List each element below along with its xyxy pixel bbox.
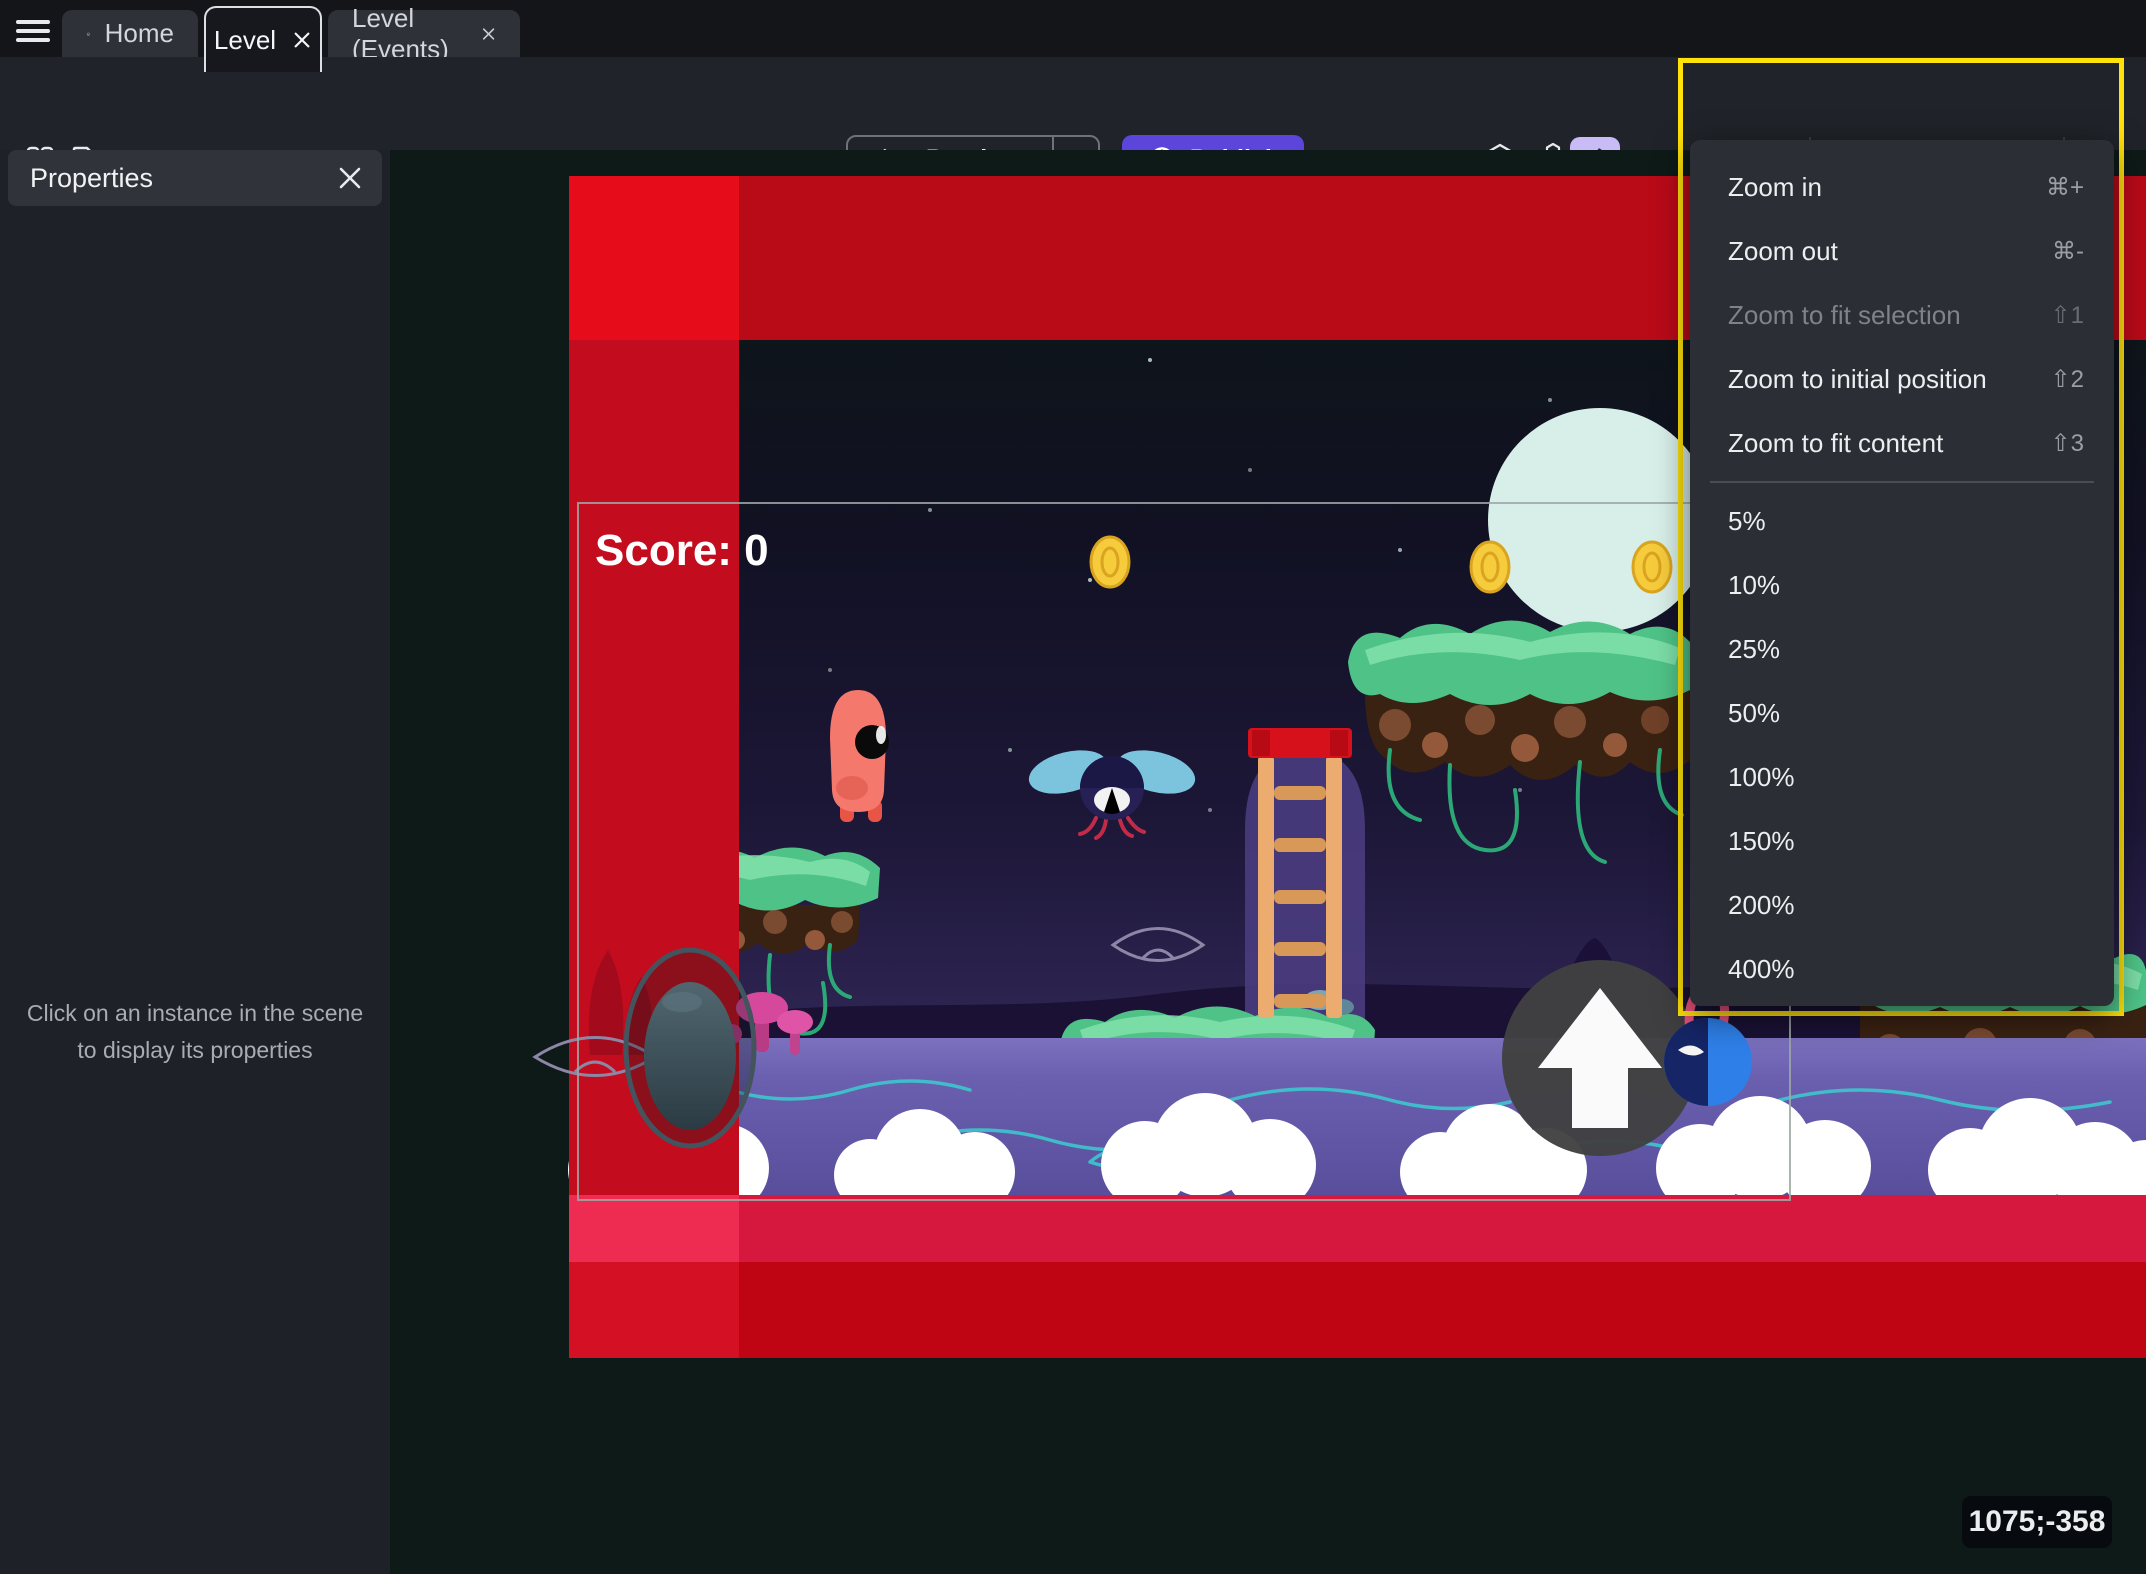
close-icon[interactable] [336, 164, 364, 192]
properties-empty-hint: Click on an instance in the scene to dis… [26, 1000, 364, 1063]
shortcut-hint: ⇧1 [2050, 301, 2084, 329]
player-character[interactable] [830, 690, 889, 822]
score-text[interactable]: Score: 0 [595, 526, 769, 575]
main-menu-button[interactable] [16, 15, 52, 43]
shortcut-hint: ⌘- [2052, 237, 2084, 265]
moon[interactable] [1488, 408, 1712, 632]
joystick-control[interactable] [623, 947, 757, 1149]
tab-level-events[interactable]: Level (Events) [328, 3, 520, 64]
menu-item-zoom-level-50[interactable]: 50% [1690, 681, 2114, 745]
shortcut-hint: ⌘+ [2045, 173, 2084, 201]
app-window: Home Level (Events) Preview [0, 0, 2146, 1574]
tab-label: Level [213, 24, 277, 55]
menu-item-zoom-out[interactable]: Zoom out ⌘- [1690, 219, 2114, 283]
close-icon[interactable] [481, 23, 496, 45]
menu-item-zoom-level-200[interactable]: 200% [1690, 873, 2114, 937]
zoom-dropdown-menu: Zoom in ⌘+ Zoom out ⌘- Zoom to fit selec… [1690, 140, 2114, 1006]
menu-item-zoom-to-fit-selection[interactable]: Zoom to fit selection ⇧1 [1690, 283, 2114, 347]
water [569, 1038, 2146, 1195]
menu-item-zoom-level-10[interactable]: 10% [1690, 553, 2114, 617]
hamburger-icon [16, 20, 50, 24]
tab-label: Level (Events) [352, 2, 449, 64]
home-icon [86, 31, 90, 35]
menu-item-zoom-to-fit-content[interactable]: Zoom to fit content ⇧3 [1690, 411, 2114, 475]
panel-title: Properties [30, 162, 154, 193]
shortcut-hint: ⇧2 [2050, 365, 2084, 393]
tab-label: Home [104, 18, 174, 48]
menu-item-zoom-level-25[interactable]: 25% [1690, 617, 2114, 681]
menu-item-zoom-level-5[interactable]: 5% [1690, 489, 2114, 553]
menu-item-zoom-level-400[interactable]: 400% [1690, 937, 2114, 1001]
menu-divider [1710, 481, 2094, 483]
close-icon[interactable] [292, 30, 312, 50]
tab-level[interactable]: Level [204, 6, 322, 72]
tab-home[interactable]: Home [62, 10, 198, 57]
menu-item-zoom-level-150[interactable]: 150% [1690, 809, 2114, 873]
cursor-coordinates-badge: 1075;-358 [1962, 1496, 2112, 1548]
menu-item-zoom-level-100[interactable]: 100% [1690, 745, 2114, 809]
properties-panel: Properties Click on an instance in the s… [0, 150, 390, 1574]
menu-item-zoom-to-initial-position[interactable]: Zoom to initial position ⇧2 [1690, 347, 2114, 411]
menu-item-zoom-in[interactable]: Zoom in ⌘+ [1690, 155, 2114, 219]
shortcut-hint: ⇧3 [2050, 429, 2084, 457]
properties-panel-header: Properties [8, 150, 382, 206]
